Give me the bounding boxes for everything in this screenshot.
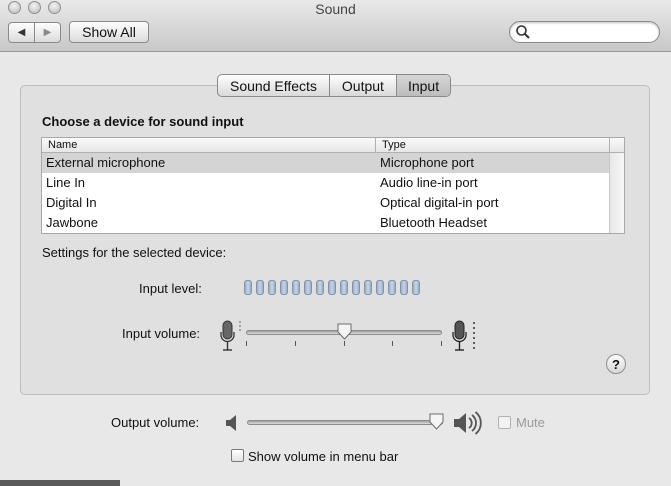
output-volume-track <box>247 420 443 425</box>
level-segment <box>316 280 324 295</box>
speaker-high-icon <box>454 411 482 435</box>
input-volume-thumb[interactable] <box>337 323 352 340</box>
forward-button[interactable]: ▶ <box>34 23 60 42</box>
device-name: Digital In <box>46 195 97 210</box>
output-volume-thumb[interactable] <box>429 413 444 430</box>
slider-tick <box>343 341 345 346</box>
back-button[interactable]: ◀ <box>9 23 34 42</box>
back-forward-control: ◀ ▶ <box>8 22 61 43</box>
level-segment <box>304 280 312 295</box>
device-type: Bluetooth Headset <box>380 215 487 230</box>
search-input[interactable] <box>532 24 654 40</box>
device-type: Audio line-in port <box>380 175 478 190</box>
level-segment <box>400 280 408 295</box>
show-volume-menu-bar-label: Show volume in menu bar <box>248 449 399 464</box>
level-segment <box>364 280 372 295</box>
input-device-table[interactable]: Name Type External microphone Microphone… <box>41 137 625 234</box>
tab-sound-effects[interactable]: Sound Effects <box>218 75 329 96</box>
slider-tick <box>294 341 296 346</box>
input-volume-ticks <box>246 341 442 347</box>
input-level-meter <box>244 280 420 295</box>
level-segment <box>352 280 360 295</box>
window-title: Sound <box>315 1 356 17</box>
show-volume-menu-bar-checkbox[interactable] <box>231 449 244 462</box>
level-segment <box>412 280 420 295</box>
tab-output[interactable]: Output <box>328 75 396 96</box>
device-type: Microphone port <box>380 155 474 170</box>
device-name: External microphone <box>46 155 166 170</box>
device-name: Jawbone <box>46 215 99 230</box>
tab-bar: Sound Effects Output Input <box>217 74 452 97</box>
column-header-type[interactable]: Type <box>376 138 610 152</box>
input-level-label: Input level: <box>139 281 202 296</box>
table-row[interactable]: Jawbone Bluetooth Headset <box>42 213 610 233</box>
output-volume-slider[interactable] <box>247 413 444 435</box>
table-scrollbar[interactable] <box>609 153 624 233</box>
table-row[interactable]: Digital In Optical digital-in port <box>42 193 610 213</box>
triangle-right-icon: ▶ <box>43 27 52 38</box>
table-header: Name Type <box>42 138 624 153</box>
table-row[interactable]: Line In Audio line-in port <box>42 173 610 193</box>
speaker-low-icon <box>226 415 236 431</box>
device-section-title: Choose a device for sound input <box>42 114 244 129</box>
search-field[interactable] <box>509 21 660 43</box>
level-segment <box>328 280 336 295</box>
tab-input[interactable]: Input <box>395 75 451 96</box>
triangle-left-icon: ◀ <box>17 27 26 38</box>
level-segment <box>388 280 396 295</box>
input-volume-slider[interactable] <box>246 323 442 349</box>
slider-tick <box>441 341 442 346</box>
slider-tick <box>246 341 247 346</box>
level-segment <box>340 280 348 295</box>
window-toolbar: Sound ◀ ▶ Show All <box>0 0 671 52</box>
level-segment <box>256 280 264 295</box>
input-volume-label: Input volume: <box>122 326 201 341</box>
dock-edge <box>0 480 120 486</box>
device-type: Optical digital-in port <box>380 195 499 210</box>
microphone-high-icon <box>452 320 475 351</box>
level-segment <box>268 280 276 295</box>
help-button[interactable]: ? <box>606 354 626 374</box>
level-segment <box>244 280 252 295</box>
mute-label: Mute <box>516 415 545 430</box>
level-segment <box>376 280 384 295</box>
slider-tick <box>392 341 394 346</box>
output-volume-label: Output volume: <box>111 415 200 430</box>
search-icon <box>516 25 530 39</box>
table-row[interactable]: External microphone Microphone port <box>42 153 610 173</box>
level-segment <box>280 280 288 295</box>
mute-checkbox[interactable] <box>498 416 511 429</box>
device-name: Line In <box>46 175 86 190</box>
show-all-button[interactable]: Show All <box>69 21 149 43</box>
column-header-name[interactable]: Name <box>42 138 376 152</box>
settings-selected-device-label: Settings for the selected device: <box>42 245 227 260</box>
microphone-low-icon <box>220 320 241 351</box>
level-segment <box>292 280 300 295</box>
